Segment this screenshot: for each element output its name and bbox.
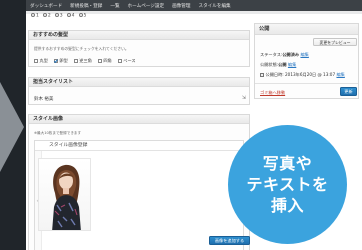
left-arrow-icon xyxy=(0,82,24,172)
promo-line-1: 写真や xyxy=(262,154,313,173)
date-edit-link[interactable]: 編集 xyxy=(336,72,344,77)
checkbox-icon xyxy=(117,59,122,63)
model-photo-image xyxy=(52,164,81,230)
preview-changes-button[interactable]: 変更をプレビュー xyxy=(313,38,357,46)
resize-handle-icon[interactable]: ⇲ xyxy=(242,95,246,101)
promo-circle-badge: 写真や テキストを 挿入 xyxy=(228,125,347,244)
stylist-select[interactable]: 鈴木 裕美 xyxy=(34,96,53,102)
admin-bar-dashboard[interactable]: ダッシュボード xyxy=(30,3,62,9)
option-oval[interactable]: 卵型 xyxy=(53,58,68,64)
calendar-icon xyxy=(260,73,264,77)
recommend-options: 丸型 卵型 逆三角 四角 ベース xyxy=(34,58,136,64)
admin-bar-new-post[interactable]: 新規投稿・登録 xyxy=(70,3,102,9)
add-image-button[interactable]: 画像を追加する xyxy=(209,236,250,245)
status-row: ステータス:公開済み 編集 xyxy=(260,52,309,57)
visibility-edit-link[interactable]: 編集 xyxy=(288,62,296,67)
visibility-value: 公開 xyxy=(278,62,287,67)
number-option-5[interactable]: 5 xyxy=(78,13,86,19)
stylist-box: 担当スタイリスト 鈴木 裕美 ⇲ xyxy=(28,77,250,105)
recommend-hairstyle-box: おすすめの髪型 提供するおすすめの髪型にチェックを入れてください。 丸型 卵型 … xyxy=(28,30,250,67)
publish-date-text: 公開日時: 2013年6月20日 @ 13:07 xyxy=(265,72,336,77)
radio-icon xyxy=(66,13,71,17)
style-image-box-title: スタイル画像 xyxy=(29,115,249,124)
option-base[interactable]: ベース xyxy=(117,58,136,64)
radio-icon xyxy=(31,13,35,17)
update-button[interactable]: 更新 xyxy=(340,87,357,96)
number-option-1[interactable]: 1 xyxy=(31,13,39,19)
style-image-description: ※最大10枚まで登録できます xyxy=(34,131,82,135)
publish-date-row: 公開日時: 2013年6月20日 @ 13:07 編集 xyxy=(260,72,345,78)
checkbox-icon xyxy=(97,59,102,63)
checkbox-icon xyxy=(73,59,78,63)
visibility-row: 公開状態:公開 編集 xyxy=(260,62,297,67)
radio-icon xyxy=(54,13,59,17)
recommend-box-description: 提供するおすすめの髪型にチェックを入れてください。 xyxy=(34,46,129,51)
status-value: 公開済み xyxy=(282,52,300,57)
recommend-box-title: おすすめの髪型 xyxy=(29,31,249,40)
checkbox-icon xyxy=(34,59,38,63)
admin-bar-image-management[interactable]: 画像管理 xyxy=(172,3,190,9)
admin-bar-edit-style[interactable]: スタイルを編集 xyxy=(198,3,230,9)
style-photo-thumbnail[interactable] xyxy=(38,158,91,231)
publish-box: 公開 変更をプレビュー ステータス:公開済み 編集 公開状態:公開 編集 公開日… xyxy=(254,23,359,99)
radio-icon xyxy=(42,13,47,17)
style-image-register-title: スタイル画像登録 xyxy=(35,141,243,151)
status-edit-link[interactable]: 編集 xyxy=(300,52,308,57)
stylist-box-title: 担当スタイリスト xyxy=(29,78,249,87)
number-option-2[interactable]: 2 xyxy=(42,13,51,19)
option-round[interactable]: 丸型 xyxy=(34,58,48,64)
checkbox-checked-icon xyxy=(53,59,58,63)
admin-bar: ダッシュボード 新規投稿・登録 一覧 ホームページ設定 画像管理 スタイルを編集 xyxy=(26,0,362,11)
publish-box-title: 公開 xyxy=(255,24,358,35)
option-inverted-triangle[interactable]: 逆三角 xyxy=(73,58,92,64)
promo-line-2: テキストを xyxy=(246,175,329,194)
option-square[interactable]: 四角 xyxy=(97,58,112,64)
number-option-4[interactable]: 4 xyxy=(66,13,75,19)
radio-icon xyxy=(78,13,83,17)
number-option-3[interactable]: 3 xyxy=(54,13,63,19)
publish-divider xyxy=(255,83,358,84)
admin-bar-homepage-settings[interactable]: ホームページ設定 xyxy=(128,3,165,9)
move-to-trash-link[interactable]: ゴミ箱へ移動 xyxy=(260,90,285,96)
admin-bar-list[interactable]: 一覧 xyxy=(110,3,119,9)
number-radio-row: 1 2 3 4 5 xyxy=(31,13,86,19)
promo-line-3: 挿入 xyxy=(270,196,304,215)
